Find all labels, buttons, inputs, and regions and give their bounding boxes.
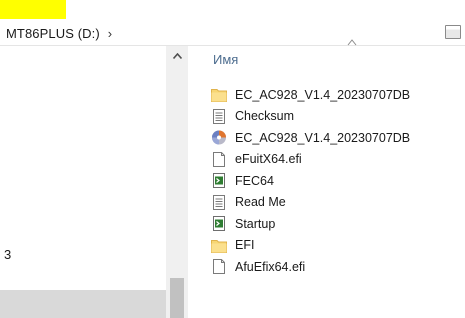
sort-ascending-icon[interactable] [347, 38, 357, 46]
list-item[interactable]: Read Me [211, 192, 461, 214]
list-item[interactable]: AfuEfix64.efi [211, 256, 461, 278]
file-list: EC_AC928_V1.4_20230707DB Checksum EC_AC9… [211, 84, 461, 278]
breadcrumb-drive[interactable]: MT86PLUS (D:) [6, 26, 100, 41]
script-file-icon [211, 215, 227, 232]
folder-icon [211, 237, 227, 254]
scroll-thumb[interactable] [170, 278, 184, 318]
list-item[interactable]: EFI [211, 235, 461, 257]
file-name: Startup [235, 216, 276, 231]
text-document-icon [211, 108, 227, 125]
navigation-pane [0, 46, 166, 318]
list-item[interactable]: EC_AC928_V1.4_20230707DB [211, 84, 461, 106]
script-file-icon [211, 172, 227, 189]
chevron-up-icon [172, 53, 182, 59]
list-item[interactable]: Startup [211, 213, 461, 235]
column-header-name[interactable]: Имя [213, 52, 238, 67]
chevron-right-icon[interactable]: › [108, 26, 112, 41]
scroll-up-button[interactable] [166, 46, 188, 66]
list-item[interactable]: FEC64 [211, 170, 461, 192]
file-name: EC_AC928_V1.4_20230707DB [235, 130, 411, 145]
folder-icon [211, 86, 227, 103]
file-name: AfuEfix64.efi [235, 259, 306, 274]
file-name: Checksum [235, 109, 295, 124]
disc-image-icon [211, 129, 227, 146]
breadcrumb[interactable]: MT86PLUS (D:) › [0, 22, 112, 44]
explorer-window: MT86PLUS (D:) › 3 Имя EC_AC928_V1.4_2023… [0, 0, 465, 318]
nav-item-label[interactable]: 3 [4, 247, 11, 262]
list-item[interactable]: EC_AC928_V1.4_20230707DB [211, 127, 461, 149]
blank-file-icon [211, 151, 227, 168]
yellow-highlight [0, 0, 66, 19]
scrollbar[interactable] [166, 46, 188, 318]
file-name: FEC64 [235, 173, 274, 188]
file-name: Read Me [235, 195, 286, 210]
blank-file-icon [211, 258, 227, 275]
file-name: eFuitX64.efi [235, 152, 302, 167]
list-item[interactable]: eFuitX64.efi [211, 149, 461, 171]
window-icon[interactable] [445, 25, 461, 39]
file-name: EC_AC928_V1.4_20230707DB [235, 87, 411, 102]
file-name: EFI [235, 238, 255, 253]
nav-selected-item[interactable] [0, 290, 166, 318]
text-document-icon [211, 194, 227, 211]
list-item[interactable]: Checksum [211, 106, 461, 128]
